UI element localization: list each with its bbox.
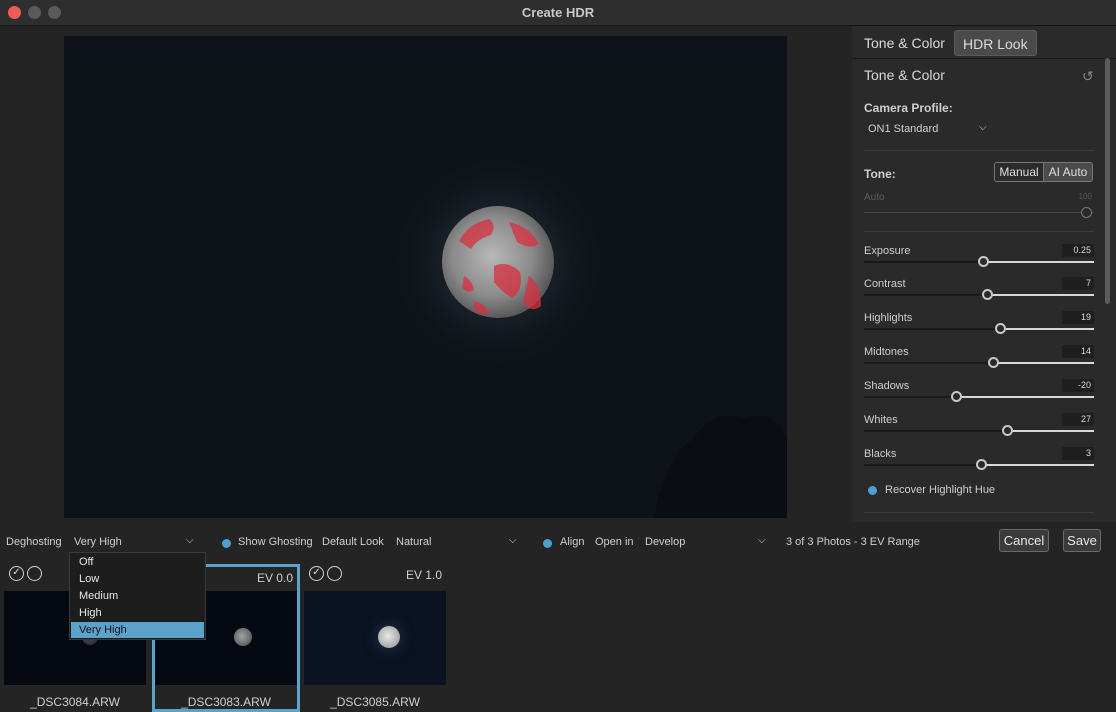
slider-track[interactable]: [864, 362, 1094, 364]
slider-thumb[interactable]: [995, 323, 1007, 334]
divider: [864, 150, 1094, 151]
recover-highlight-hue-toggle[interactable]: [868, 486, 877, 495]
dropdown-option-low[interactable]: Low: [71, 571, 204, 587]
exposure-slider: Exposure 0.25: [864, 244, 1094, 279]
deghosting-label: Deghosting: [6, 536, 62, 548]
dropdown-option-high[interactable]: High: [71, 605, 204, 621]
moon: [234, 628, 252, 646]
slider-value[interactable]: 3: [1062, 447, 1094, 460]
blacks-slider: Blacks 3: [864, 447, 1094, 482]
whites-slider: Whites 27: [864, 413, 1094, 448]
dropdown-option-medium[interactable]: Medium: [71, 588, 204, 604]
recover-highlight-hue-label: Recover Highlight Hue: [885, 484, 996, 496]
tone-manual-button[interactable]: Manual: [994, 162, 1044, 182]
slider-track[interactable]: [864, 328, 1094, 330]
slider-thumb[interactable]: [950, 391, 962, 402]
thumbnail-filename: _DSC3085.ARW: [330, 695, 420, 709]
panel-divider: [852, 58, 1116, 59]
show-ghosting-label: Show Ghosting: [238, 536, 313, 548]
cancel-button[interactable]: Cancel: [999, 529, 1049, 552]
tone-ai-auto-button[interactable]: AI Auto: [1043, 162, 1093, 182]
divider: [864, 512, 1094, 513]
chevron-down-icon[interactable]: ⌵: [186, 535, 194, 546]
align-toggle[interactable]: [543, 539, 552, 548]
slider-track[interactable]: [864, 294, 1094, 296]
window-title: Create HDR: [521, 5, 595, 20]
slider-value[interactable]: 27: [1062, 413, 1094, 426]
slider-value[interactable]: 14: [1062, 345, 1094, 358]
slider-value[interactable]: 19: [1062, 311, 1094, 324]
default-look-label: Default Look: [322, 536, 384, 548]
deghosting-select[interactable]: Very High: [74, 536, 122, 548]
auto-slider-thumb[interactable]: [1081, 207, 1092, 218]
slider-label: Exposure: [864, 245, 911, 257]
open-in-label: Open in: [595, 536, 634, 548]
slider-label: Midtones: [864, 346, 909, 358]
slider-label: Contrast: [864, 278, 906, 290]
thumbnail-card[interactable]: ✓ EV 1.0 _DSC3085.ARW: [304, 564, 446, 712]
tone-label: Tone:: [864, 167, 896, 181]
thumbnail-ev: EV 0.0: [256, 571, 293, 585]
camera-profile-label: Camera Profile:: [864, 101, 953, 115]
hdr-preview-image[interactable]: [64, 36, 787, 518]
align-label: Align: [560, 536, 585, 548]
show-ghosting-toggle[interactable]: [222, 539, 231, 548]
reference-circle-icon[interactable]: [327, 566, 342, 581]
slider-value[interactable]: 7: [1062, 277, 1094, 290]
highlights-slider: Highlights 19: [864, 311, 1094, 346]
slider-track[interactable]: [864, 430, 1094, 432]
reset-icon[interactable]: ↺: [1082, 68, 1094, 85]
thumbnail-image[interactable]: [304, 591, 446, 685]
slider-track[interactable]: [864, 396, 1094, 398]
thumbnail-filename: _DSC3083.ARW: [181, 695, 271, 709]
panel-scrollbar[interactable]: [1105, 58, 1110, 304]
dropdown-option-very-high[interactable]: Very High: [71, 622, 204, 638]
slider-thumb[interactable]: [978, 256, 990, 267]
slider-thumb[interactable]: [981, 289, 993, 300]
photo-summary: 3 of 3 Photos - 3 EV Range: [786, 536, 920, 548]
shadows-slider: Shadows -20: [864, 379, 1094, 414]
contrast-slider: Contrast 7: [864, 277, 1094, 312]
preview-canvas: [64, 36, 787, 518]
auto-value: 100: [1078, 192, 1092, 201]
include-check-icon[interactable]: ✓: [309, 566, 324, 581]
include-check-icon[interactable]: ✓: [9, 566, 24, 581]
slider-label: Blacks: [864, 448, 897, 460]
adjustments-panel: Tone & Color HDR Look Tone & Color ↺ Cam…: [852, 26, 1116, 522]
chevron-down-icon[interactable]: ⌵: [509, 535, 517, 546]
slider-thumb[interactable]: [975, 459, 987, 470]
tab-hdr-look[interactable]: HDR Look: [954, 30, 1037, 56]
auto-slider-track: [864, 212, 1094, 213]
section-title: Tone & Color: [864, 67, 945, 83]
slider-label: Highlights: [864, 312, 913, 324]
slider-thumb[interactable]: [988, 357, 1000, 368]
title-bar: Create HDR: [0, 0, 1116, 26]
chevron-down-icon[interactable]: ⌵: [979, 122, 987, 133]
default-look-select[interactable]: Natural: [396, 536, 431, 548]
tab-tone-color[interactable]: Tone & Color: [856, 30, 953, 56]
moon: [378, 626, 400, 648]
thumbnail-filename: _DSC3084.ARW: [30, 695, 120, 709]
open-in-select[interactable]: Develop: [645, 536, 685, 548]
deghosting-dropdown-menu: Off Low Medium High Very High: [69, 552, 206, 640]
save-button[interactable]: Save: [1063, 529, 1101, 552]
divider: [864, 231, 1094, 232]
reference-circle-icon[interactable]: [27, 566, 42, 581]
slider-label: Shadows: [864, 380, 910, 392]
camera-profile-value[interactable]: ON1 Standard: [868, 123, 938, 135]
thumbnail-ev: EV 1.0: [405, 568, 442, 582]
midtones-slider: Midtones 14: [864, 345, 1094, 380]
chevron-down-icon[interactable]: ⌵: [758, 535, 766, 546]
slider-thumb[interactable]: [1002, 425, 1014, 436]
dropdown-option-off[interactable]: Off: [71, 554, 204, 570]
slider-value[interactable]: -20: [1062, 379, 1094, 392]
slider-value[interactable]: 0.25: [1062, 244, 1094, 257]
auto-label: Auto: [864, 192, 885, 203]
slider-label: Whites: [864, 414, 898, 426]
